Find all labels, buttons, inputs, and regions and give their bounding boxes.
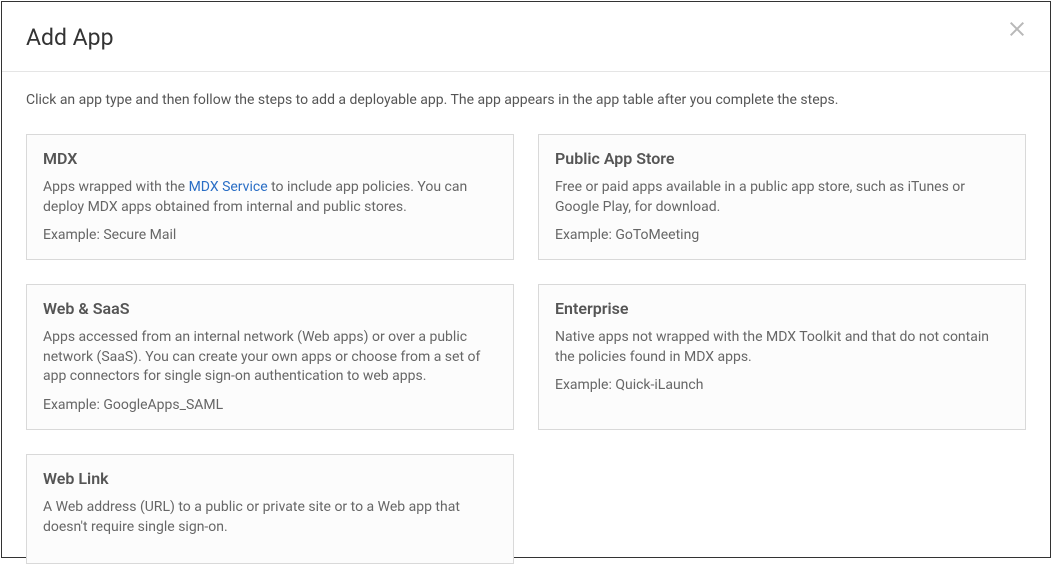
card-description: Free or paid apps available in a public … [555, 178, 1009, 217]
close-button[interactable] [1008, 20, 1026, 41]
card-web-link[interactable]: Web Link A Web address (URL) to a public… [26, 454, 514, 564]
dialog-body: Click an app type and then follow the st… [2, 72, 1050, 584]
app-type-grid: MDX Apps wrapped with the MDX Service to… [26, 134, 1026, 564]
card-public-app-store[interactable]: Public App Store Free or paid apps avail… [538, 134, 1026, 260]
instructions-text: Click an app type and then follow the st… [26, 92, 1026, 108]
card-example: Example: Quick-iLaunch [555, 377, 1009, 393]
mdx-service-link[interactable]: MDX Service [189, 179, 268, 195]
card-description: Native apps not wrapped with the MDX Too… [555, 328, 1009, 367]
card-title: Web & SaaS [43, 299, 497, 318]
close-icon [1008, 20, 1026, 38]
dialog-title: Add App [26, 24, 114, 51]
add-app-dialog: Add App Click an app type and then follo… [1, 1, 1051, 558]
card-description: Apps wrapped with the MDX Service to inc… [43, 178, 497, 217]
card-web-saas[interactable]: Web & SaaS Apps accessed from an interna… [26, 284, 514, 430]
card-description: Apps accessed from an internal network (… [43, 328, 497, 387]
card-example: Example: Secure Mail [43, 227, 497, 243]
card-title: Web Link [43, 469, 497, 488]
desc-prefix: Apps wrapped with the [43, 179, 189, 195]
dialog-header: Add App [2, 2, 1050, 72]
card-description: A Web address (URL) to a public or priva… [43, 498, 497, 537]
card-title: Enterprise [555, 299, 1009, 318]
card-example: Example: GoToMeeting [555, 227, 1009, 243]
card-mdx[interactable]: MDX Apps wrapped with the MDX Service to… [26, 134, 514, 260]
card-title: MDX [43, 149, 497, 168]
card-title: Public App Store [555, 149, 1009, 168]
card-example: Example: GoogleApps_SAML [43, 397, 497, 413]
card-enterprise[interactable]: Enterprise Native apps not wrapped with … [538, 284, 1026, 430]
